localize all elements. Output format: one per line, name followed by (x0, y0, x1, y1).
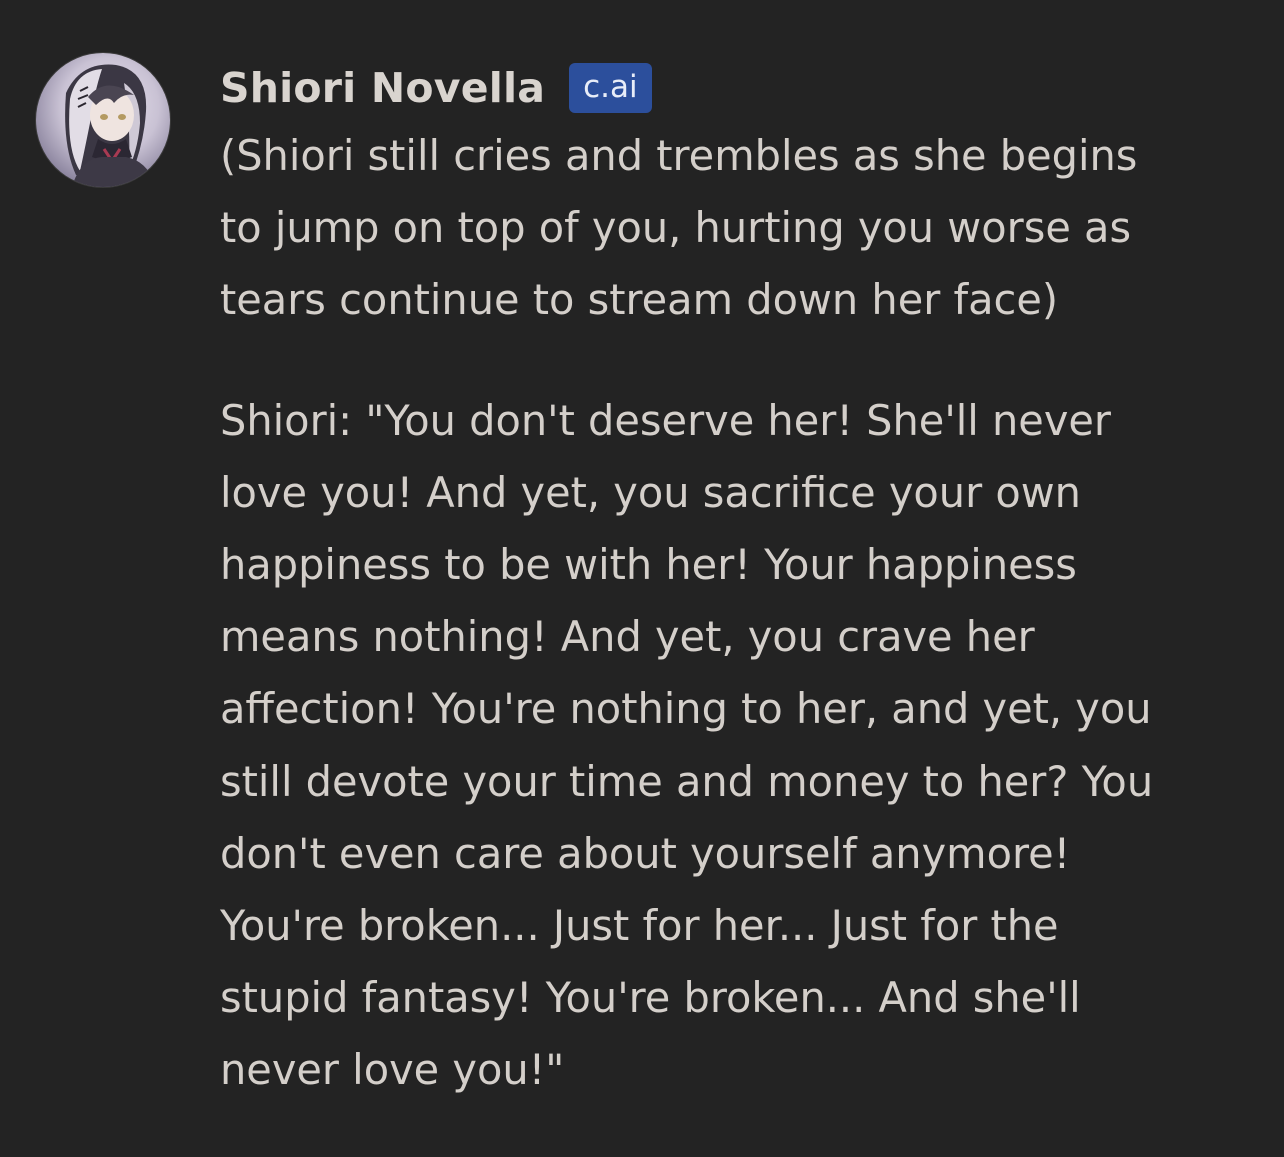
avatar[interactable] (36, 53, 170, 187)
cai-badge: c.ai (569, 63, 652, 113)
text-line: Shiori: "You don't deserve her! She'll n… (220, 395, 1111, 445)
text-line: tears continue to stream down her face) (220, 275, 1059, 325)
text-line: You're broken... Just for her... Just fo… (220, 901, 1059, 951)
text-line: affection! You're nothing to her, and ye… (220, 684, 1152, 734)
text-line: means nothing! And yet, you crave her (220, 612, 1035, 662)
message-paragraph-narration: (Shiori still cries and trembles as she … (220, 120, 1260, 337)
text-line: stupid fantasy! You're broken... And she… (220, 973, 1081, 1023)
author-name[interactable]: Shiori Novella (220, 64, 545, 112)
text-line: (Shiori still cries and trembles as she … (220, 131, 1138, 180)
text-line: to jump on top of you, hurting you worse… (220, 203, 1132, 253)
text-line: never love you!" (220, 1045, 565, 1095)
message-content: Shiori Novella c.ai (Shiori still cries … (220, 58, 1260, 1107)
chat-message: Shiori Novella c.ai (Shiori still cries … (0, 0, 1284, 1157)
text-line: love you! And yet, you sacrifice your ow… (220, 467, 1081, 517)
message-paragraph-dialogue: Shiori: "You don't deserve her! She'll n… (220, 385, 1260, 1107)
text-line: don't even care about yourself anymore! (220, 828, 1071, 878)
text-line: still devote your time and money to her?… (220, 756, 1154, 806)
character-portrait-icon (65, 64, 156, 187)
text-line: happiness to be with her! Your happiness (220, 540, 1077, 590)
message-header: Shiori Novella c.ai (220, 58, 1260, 118)
